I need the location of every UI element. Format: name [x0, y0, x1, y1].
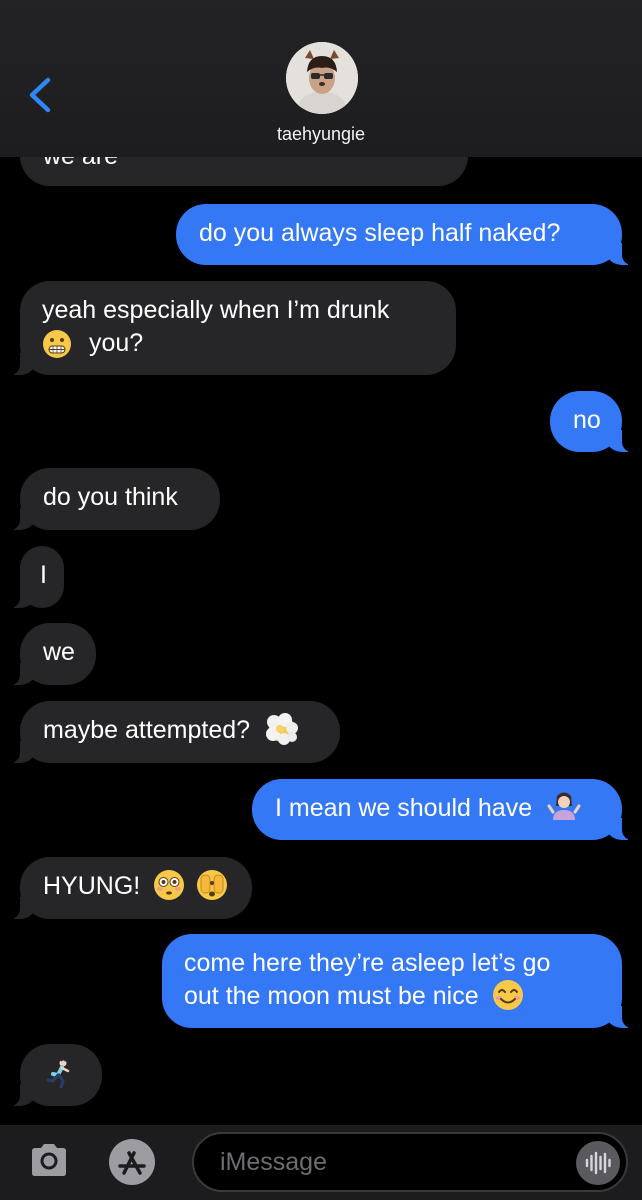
message-outgoing[interactable]: no [550, 391, 634, 452]
message-text-line: you? [88, 329, 144, 357]
camera-icon[interactable] [28, 1142, 70, 1178]
contact-name[interactable]: taehyungie [0, 124, 642, 145]
message-text-line: come here they’re asleep let’s go [184, 949, 551, 977]
chevron-left-icon[interactable] [22, 72, 62, 118]
message-text: I mean we should have [275, 794, 533, 822]
message-text: do you think [43, 483, 178, 511]
message-text-line: yeah especially when I’m drunk [42, 296, 390, 324]
grimacing-face-icon [43, 330, 71, 359]
audio-record-button[interactable] [576, 1141, 620, 1185]
message-thread[interactable]: we are do you always sleep half naked? y… [0, 0, 642, 1125]
conversation-header: taehyungie [0, 0, 642, 157]
audio-waveform-icon [585, 1151, 611, 1175]
message-incoming[interactable]: HYUNG! [8, 857, 252, 919]
message-outgoing[interactable]: do you always sleep half naked? [176, 204, 634, 265]
message-outgoing[interactable]: come here they’re asleep let’s go out th… [162, 934, 634, 1028]
message-incoming[interactable]: yeah especially when I’m drunk you? [8, 281, 456, 375]
message-text: we [43, 638, 75, 666]
contact-avatar[interactable] [286, 42, 358, 114]
message-text: maybe attempted? [43, 716, 251, 744]
app-store-icon[interactable] [108, 1138, 156, 1186]
message-incoming[interactable]: maybe attempted? [8, 701, 340, 763]
woman-running-icon [46, 1058, 70, 1089]
message-text: no [573, 406, 601, 434]
message-incoming[interactable]: I [8, 546, 64, 608]
message-text-line: out the moon must be nice [184, 982, 479, 1010]
smiling-face-with-smiling-eyes-icon [492, 980, 523, 1011]
message-input[interactable] [192, 1132, 628, 1192]
message-incoming[interactable] [8, 1044, 102, 1106]
message-incoming[interactable]: we [8, 623, 96, 685]
woman-shrugging-icon [547, 792, 581, 821]
avatar-photo [286, 42, 358, 114]
message-incoming[interactable]: do you think [8, 468, 220, 530]
flushed-face-icon [154, 870, 185, 901]
face-with-peeking-eye-icon [197, 870, 228, 901]
message-text: I [40, 561, 47, 589]
face-in-clouds-icon [266, 713, 299, 746]
message-outgoing[interactable]: I mean we should have [252, 779, 634, 840]
message-text: HYUNG! [43, 872, 141, 900]
message-text: do you always sleep half naked? [199, 219, 561, 247]
